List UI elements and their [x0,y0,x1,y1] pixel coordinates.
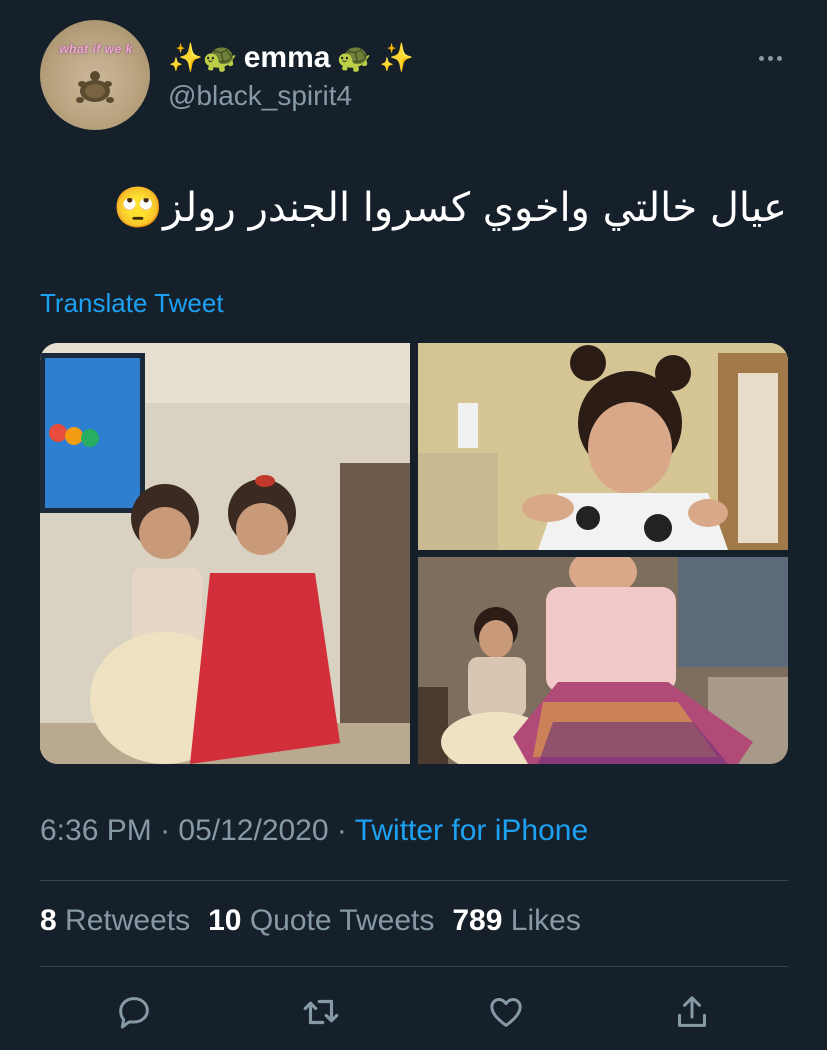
user-handle[interactable]: @black_spirit4 [168,80,352,112]
divider [40,966,788,967]
reply-button[interactable] [112,990,156,1034]
tweet-source[interactable]: Twitter for iPhone [355,814,588,847]
tweet-text: عيال خالتي واخوي كسروا الجندر رولز🙄 [113,185,787,231]
retweets-stat[interactable]: 8 Retweets [40,904,190,938]
divider [40,880,788,881]
turtle-icon [76,71,114,103]
quote-tweets-stat[interactable]: 10 Quote Tweets [208,904,434,938]
retweet-button[interactable] [299,990,343,1034]
quote-tweets-label: Quote Tweets [249,904,435,937]
turtle-sparkle-emoji-right: 🐢 ✨ [336,42,414,73]
reply-icon [119,997,149,1029]
dot-icon [776,55,782,61]
meta-separator: · [151,814,179,847]
photo-child-hair-buns[interactable] [418,343,788,550]
more-options-icon[interactable] [752,48,788,68]
action-bar [0,990,827,1034]
share-icon [678,996,706,1027]
like-button[interactable] [484,990,528,1034]
likes-stat[interactable]: 789 Likes [452,904,580,938]
tweet-date[interactable]: 05/12/2020 [178,814,328,847]
sparkle-turtle-emoji-left: ✨🐢 [168,42,238,73]
like-icon [490,998,522,1027]
meta-separator: · [328,814,355,847]
translate-tweet-link[interactable]: Translate Tweet [40,288,224,319]
display-name-text: emma [243,41,331,74]
photo-two-girls-dresses[interactable] [40,343,410,764]
retweet-icon [303,999,339,1025]
likes-count: 789 [452,904,503,937]
retweets-count: 8 [40,904,57,937]
dot-icon [758,55,764,61]
tweet-meta: 6:36 PM · 05/12/2020 · Twitter for iPhon… [40,814,588,848]
media-grid [40,343,788,764]
display-name[interactable]: ✨🐢 emma 🐢 ✨ [168,38,414,78]
quote-tweets-count: 10 [208,904,242,937]
tweet-time[interactable]: 6:36 PM [40,814,152,847]
likes-label: Likes [510,904,581,937]
photo-girls-dancing[interactable] [418,557,788,764]
avatar-text: what if we k [59,42,133,56]
tweet-stats: 8 Retweets 10 Quote Tweets 789 Likes [40,904,581,938]
avatar[interactable]: what if we k [40,20,150,130]
share-button[interactable] [670,990,714,1034]
retweets-label: Retweets [65,904,191,937]
dot-icon [767,55,773,61]
